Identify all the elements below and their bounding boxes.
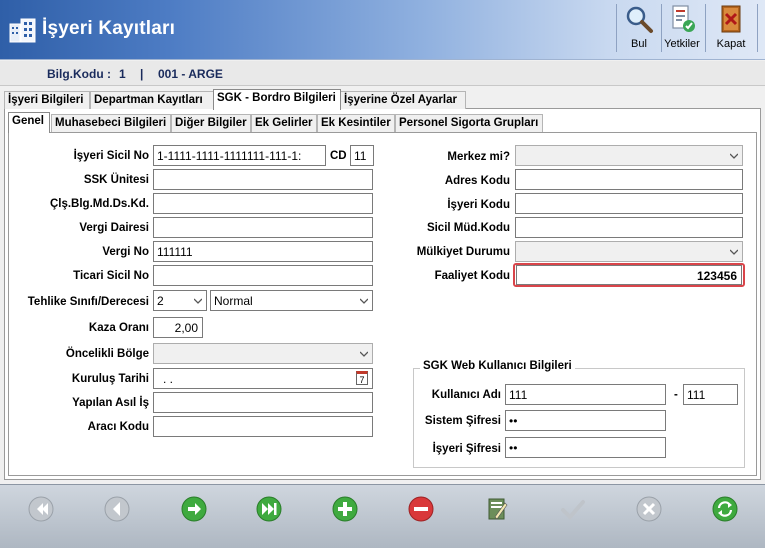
vergi-dairesi-label: Vergi Dairesi: [79, 222, 149, 234]
sgk-web-title: SGK Web Kullanıcı Bilgileri: [420, 360, 575, 372]
isyeri-kodu-label: İşyeri Kodu: [447, 199, 510, 211]
merkez-select[interactable]: [515, 145, 743, 166]
kurulus-tarihi-field[interactable]: . . 7: [153, 368, 373, 389]
find-label: Bul: [631, 38, 647, 50]
cancel-edit-button[interactable]: [635, 495, 663, 523]
close-button[interactable]: Kapat: [708, 2, 754, 54]
mulkiyet-label: Mülkiyet Durumu: [416, 246, 510, 258]
oncelikli-bolge-label: Öncelikli Bölge: [65, 348, 149, 360]
save-record-button[interactable]: [559, 495, 587, 523]
cd-label: CD: [330, 150, 347, 162]
close-label: Kapat: [716, 38, 746, 50]
sistem-sifresi-label: Sistem Şifresi: [424, 415, 501, 427]
cd-field[interactable]: 11: [350, 145, 374, 166]
vergi-no-field[interactable]: 111111: [153, 241, 373, 262]
window-title: İşyeri Kayıtları: [42, 18, 176, 39]
kurulus-tarihi-value: . .: [163, 372, 174, 386]
find-button[interactable]: Bul: [619, 2, 659, 54]
next-record-button[interactable]: [180, 495, 208, 523]
chevron-down-icon: [730, 249, 738, 255]
company-code: 1: [119, 67, 126, 81]
company-info-bar: Bilg.Kodu : 1 | 001 - ARGE: [0, 61, 765, 86]
tab-departman-kayitlari[interactable]: Departman Kayıtları: [90, 91, 214, 109]
toolbar-separator: [616, 4, 617, 52]
sicil-mud-field[interactable]: [515, 217, 743, 238]
tab-personel-sigorta-gruplari[interactable]: Personel Sigorta Grupları: [395, 114, 543, 132]
tab-genel[interactable]: Genel: [8, 112, 50, 133]
mulkiyet-select[interactable]: [515, 241, 743, 262]
chevron-down-icon: [730, 153, 738, 159]
chevron-down-icon: [360, 298, 368, 304]
tab-sgk-bordro-bilgileri[interactable]: SGK - Bordro Bilgileri: [213, 89, 341, 110]
cls-blg-label: Çlş.Blg.Md.Ds.Kd.: [49, 198, 149, 210]
info-separator: |: [140, 67, 144, 81]
tab-diger-bilgiler[interactable]: Diğer Bilgiler: [171, 114, 251, 132]
kullanici-adi-field[interactable]: 111: [505, 384, 666, 405]
tab-isyeri-bilgileri[interactable]: İşyeri Bilgileri: [4, 91, 90, 109]
sistem-sifresi-field[interactable]: ••: [505, 410, 666, 431]
magnifier-icon: [626, 6, 653, 33]
kaza-orani-label: Kaza Oranı: [88, 322, 149, 334]
tehlike-label: Tehlike Sınıfı/Derecesi: [27, 296, 149, 308]
tehlike-level-value: Normal: [214, 294, 253, 308]
ticari-sicil-field[interactable]: [153, 265, 373, 286]
kullanici-dash: -: [674, 389, 678, 401]
tab-ek-kesintiler[interactable]: Ek Kesintiler: [317, 114, 395, 132]
tab-muhasebeci-bilgileri[interactable]: Muhasebeci Bilgileri: [51, 114, 171, 132]
kullanici-adi-label: Kullanıcı Adı: [431, 389, 501, 401]
adres-kodu-field[interactable]: [515, 169, 743, 190]
first-record-button[interactable]: [27, 495, 55, 523]
vergi-dairesi-field[interactable]: [153, 217, 373, 238]
chevron-down-icon: [194, 298, 202, 304]
buildings-icon: [9, 18, 36, 43]
kullanici-suffix-field[interactable]: 111: [683, 384, 738, 405]
tehlike-level-select[interactable]: Normal: [210, 290, 373, 311]
faaliyet-label: Faaliyet Kodu: [434, 270, 510, 282]
araci-kodu-label: Aracı Kodu: [87, 421, 149, 433]
last-record-button[interactable]: [255, 495, 283, 523]
permissions-icon: [672, 5, 695, 32]
kaza-orani-field[interactable]: 2,00: [153, 317, 203, 338]
edit-record-button[interactable]: [483, 495, 511, 523]
chevron-down-icon: [360, 351, 368, 357]
add-record-button[interactable]: [331, 495, 359, 523]
yapilan-is-label: Yapılan Asıl İş: [72, 397, 149, 409]
sicil-mud-label: Sicil Müd.Kodu: [426, 222, 510, 234]
ssk-unitesi-label: SSK Ünitesi: [83, 174, 149, 186]
delete-record-button[interactable]: [407, 495, 435, 523]
sicil-no-field[interactable]: 1-1111-1111-1111111-111-1:: [153, 145, 326, 166]
calendar-icon[interactable]: 7: [356, 371, 368, 385]
tab-ek-gelirler[interactable]: Ek Gelirler: [251, 114, 317, 132]
tehlike-class-value: 2: [157, 294, 164, 308]
toolbar-separator: [705, 4, 706, 52]
toolbar-separator: [757, 4, 758, 52]
refresh-button[interactable]: [711, 495, 739, 523]
ssk-unitesi-field[interactable]: [153, 169, 373, 190]
yapilan-is-field[interactable]: [153, 392, 373, 413]
araci-kodu-field[interactable]: [153, 416, 373, 437]
vergi-no-label: Vergi No: [102, 246, 149, 258]
exit-door-icon: [721, 5, 741, 33]
previous-record-button[interactable]: [103, 495, 131, 523]
company-name: 001 - ARGE: [158, 67, 223, 81]
adres-kodu-label: Adres Kodu: [444, 175, 510, 187]
isyeri-sifresi-label: İşyeri Şifresi: [432, 443, 501, 455]
merkez-label: Merkez mi?: [447, 151, 510, 163]
permissions-label: Yetkiler: [664, 38, 700, 50]
isyeri-kodu-field[interactable]: [515, 193, 743, 214]
isyeri-sifresi-field[interactable]: ••: [505, 437, 666, 458]
tab-isyerine-ozel-ayarlar[interactable]: İşyerine Özel Ayarlar: [340, 91, 466, 109]
permissions-button[interactable]: Yetkiler: [662, 2, 702, 54]
tehlike-class-select[interactable]: 2: [153, 290, 207, 311]
sicil-no-label: İşyeri Sicil No: [73, 150, 149, 162]
oncelikli-bolge-select[interactable]: [153, 343, 373, 364]
company-code-label: Bilg.Kodu :: [47, 67, 111, 81]
cls-blg-field[interactable]: [153, 193, 373, 214]
kurulus-tarihi-label: Kuruluş Tarihi: [71, 373, 149, 385]
title-bar: İşyeri Kayıtları Bul Yetkiler Kapat: [0, 0, 765, 60]
ticari-sicil-label: Ticari Sicil No: [73, 270, 149, 282]
faaliyet-field[interactable]: 123456: [516, 265, 742, 285]
